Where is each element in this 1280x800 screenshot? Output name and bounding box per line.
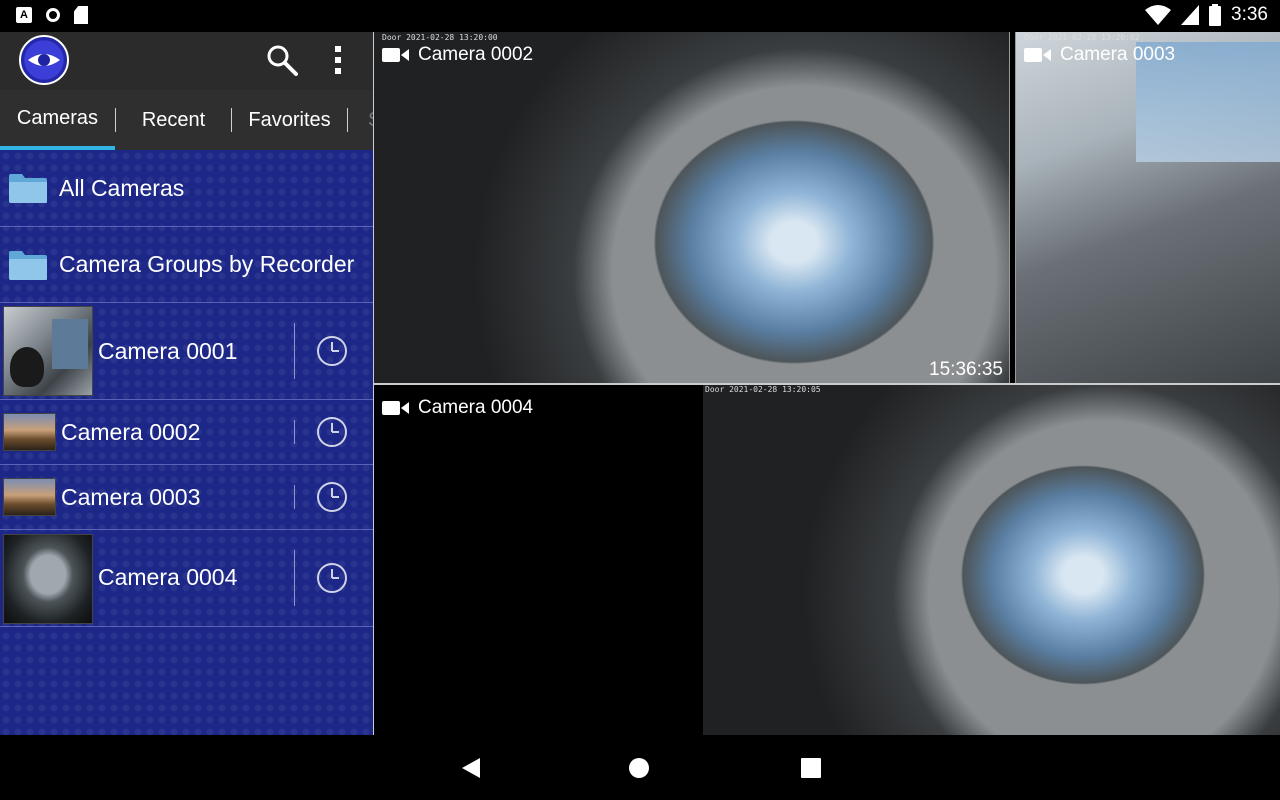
video-tile-title: Camera 0003: [1024, 44, 1175, 66]
folder-icon: [9, 251, 47, 280]
notification-a-icon: A: [16, 7, 32, 23]
video-camera-icon: [382, 401, 409, 415]
camera-thumbnail: [3, 478, 56, 516]
video-tile-camera-0003[interactable]: Door 2021-02-28 13:20:02 Camera 0003: [1016, 32, 1280, 383]
list-item-all-cameras[interactable]: All Cameras: [0, 150, 373, 227]
clock-icon[interactable]: [316, 335, 348, 367]
list-item-camera-0002[interactable]: Camera 0002: [0, 400, 373, 465]
search-icon[interactable]: [266, 44, 298, 76]
list-item-label: Camera 0003: [61, 484, 201, 510]
camera-name: Camera 0002: [418, 44, 534, 65]
clock-icon[interactable]: [316, 562, 348, 594]
osd-timestamp: Door 2021-02-28 13:20:02: [1024, 33, 1140, 42]
overflow-menu-icon[interactable]: [332, 44, 344, 76]
navigation-bar: [0, 735, 1280, 800]
tab-partial[interactable]: S: [348, 90, 373, 150]
video-tile-camera-0004[interactable]: Door 2021-02-28 13:20:05 Camera 0004: [374, 385, 1280, 735]
recents-square-icon[interactable]: [800, 757, 822, 779]
row-divider: [294, 550, 295, 606]
tile-divider: [1009, 32, 1016, 383]
list-item-camera-groups[interactable]: Camera Groups by Recorder: [0, 227, 373, 303]
camera-thumbnail: [3, 413, 56, 451]
app-bar: [0, 32, 373, 90]
video-frame: Door 2021-02-28 13:20:05: [703, 385, 1280, 735]
sd-card-icon: [74, 6, 88, 24]
record-circle-icon: [46, 8, 60, 22]
list-item-camera-0001[interactable]: Camera 0001: [0, 303, 373, 400]
row-divider: [294, 420, 295, 444]
tab-favorites[interactable]: Favorites: [232, 90, 347, 150]
cell-signal-icon: [1181, 5, 1200, 25]
camera-name: Camera 0004: [418, 397, 534, 418]
back-triangle-icon[interactable]: [460, 757, 482, 779]
row-divider: [294, 323, 295, 379]
list-item-label: Camera 0002: [61, 419, 201, 445]
status-time: 3:36: [1231, 4, 1268, 25]
clock-icon[interactable]: [316, 481, 348, 513]
osd-timestamp: Door 2021-02-28 13:20:05: [705, 385, 821, 394]
tab-bar: Cameras Recent Favorites S: [0, 90, 373, 150]
osd-timestamp: Door 2021-02-28 13:20:00: [382, 33, 498, 42]
wifi-icon: [1145, 5, 1172, 25]
tab-recent[interactable]: Recent: [116, 90, 231, 150]
status-bar: A 3:36: [0, 0, 1280, 32]
battery-icon: [1209, 4, 1222, 26]
camera-name: Camera 0003: [1060, 44, 1176, 65]
video-camera-icon: [1024, 48, 1051, 62]
list-item-camera-0003[interactable]: Camera 0003: [0, 465, 373, 530]
video-tile-camera-0002[interactable]: Door 2021-02-28 13:20:00 Camera 0002 15:…: [374, 32, 1009, 383]
list-item-label: Camera 0004: [98, 564, 238, 590]
home-circle-icon[interactable]: [628, 757, 650, 779]
row-divider: [294, 485, 295, 509]
camera-thumbnail: [3, 306, 93, 396]
folder-icon: [9, 174, 47, 203]
camera-thumbnail: [3, 534, 93, 624]
video-tile-title: Camera 0004: [382, 397, 533, 419]
camera-list-panel: Cameras Recent Favorites S All Cameras C…: [0, 32, 373, 735]
list-item-label: All Cameras: [59, 175, 185, 201]
list-item-camera-0004[interactable]: Camera 0004: [0, 530, 373, 627]
tab-cameras[interactable]: Cameras: [0, 90, 115, 150]
eye-logo-icon[interactable]: [19, 35, 69, 85]
list-item-label: Camera Groups by Recorder: [59, 251, 355, 277]
video-camera-icon: [382, 48, 409, 62]
clock-icon[interactable]: [316, 416, 348, 448]
overlay-time: 15:36:35: [929, 359, 1003, 380]
list-item-label: Camera 0001: [98, 338, 238, 364]
video-tile-title: Camera 0002: [382, 44, 533, 66]
video-grid: Door 2021-02-28 13:20:00 Camera 0002 15:…: [373, 32, 1280, 735]
